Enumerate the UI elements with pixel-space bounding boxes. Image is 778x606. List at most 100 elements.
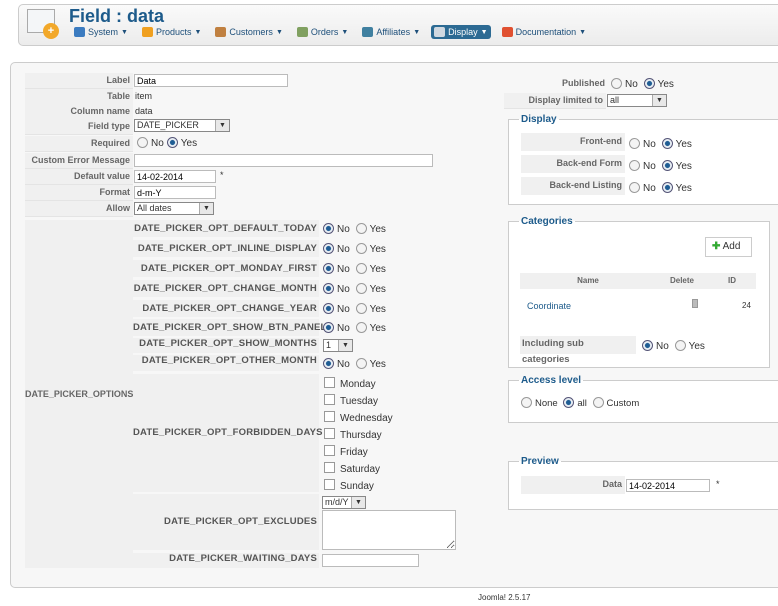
excludes-textarea[interactable] <box>322 510 456 550</box>
label-input[interactable] <box>134 74 288 87</box>
day-label: Thursday <box>340 430 382 441</box>
excludes-format-value: m/d/Y <box>325 497 349 507</box>
default-value-input[interactable] <box>134 170 216 183</box>
menu-display[interactable]: Display ▼ <box>431 25 491 39</box>
table-value: item <box>135 91 153 101</box>
menu-affiliates[interactable]: Affiliates ▼ <box>359 25 423 39</box>
chevron-down-icon: ▼ <box>215 120 229 131</box>
access-none-radio[interactable] <box>521 397 532 408</box>
other-month-no-radio[interactable] <box>323 358 334 369</box>
checkbox-icon[interactable] <box>324 479 335 490</box>
custom-error-input[interactable] <box>134 154 433 167</box>
include-sub-yes-radio[interactable] <box>674 340 686 351</box>
waiting-days-input[interactable] <box>322 554 419 567</box>
access-custom-radio[interactable] <box>592 397 604 408</box>
checkbox-icon[interactable] <box>324 445 335 456</box>
access-none-label: None <box>535 398 558 409</box>
menu-label: Affiliates <box>376 27 411 37</box>
option-no-radio[interactable] <box>323 223 334 234</box>
backend-form-radio-group: No Yes <box>626 160 692 172</box>
forbidden-day-checkbox[interactable]: Friday <box>324 445 368 458</box>
yes-label: Yes <box>369 244 386 255</box>
no-label: No <box>643 139 656 150</box>
checkbox-icon[interactable] <box>324 462 335 473</box>
option-no-radio[interactable] <box>323 283 334 294</box>
chevron-down-icon: ▼ <box>652 95 666 106</box>
frontend-yes-radio[interactable] <box>661 138 673 149</box>
forbidden-day-checkbox[interactable]: Wednesday <box>324 411 393 424</box>
show-months-select[interactable]: 1 ▼ <box>323 339 353 352</box>
menu-orders[interactable]: Orders ▼ <box>294 25 351 39</box>
backend-listing-no-radio[interactable] <box>629 182 640 193</box>
checkbox-icon[interactable] <box>324 394 335 405</box>
products-icon <box>141 27 153 37</box>
allow-select[interactable]: All dates ▼ <box>134 202 214 215</box>
chevron-down-icon: ▼ <box>199 203 213 214</box>
option-yes-radio[interactable] <box>355 263 367 274</box>
published-yes-radio[interactable] <box>643 78 655 89</box>
excludes-label: DATE_PICKER_OPT_EXCLUDES <box>133 494 319 550</box>
option-yes-radio[interactable] <box>355 243 367 254</box>
checkbox-icon[interactable] <box>324 411 335 422</box>
forbidden-day-checkbox[interactable]: Monday <box>324 377 376 390</box>
format-input[interactable] <box>134 186 216 199</box>
required-asterisk: * <box>220 170 224 180</box>
category-id: 24 <box>742 301 751 310</box>
trash-icon[interactable] <box>692 299 698 308</box>
forbidden-day-checkbox[interactable]: Saturday <box>324 462 380 475</box>
required-no-radio[interactable] <box>137 137 148 148</box>
page-title: Field : data <box>69 6 165 26</box>
menu-customers[interactable]: Customers ▼ <box>212 25 285 39</box>
category-link[interactable]: Coordinate <box>527 291 571 321</box>
checkbox-icon[interactable] <box>324 377 335 388</box>
col-id: ID <box>728 276 736 285</box>
frontend-no-radio[interactable] <box>629 138 640 149</box>
display-limited-value: all <box>610 95 620 105</box>
yes-label: Yes <box>688 341 705 352</box>
option-no-radio[interactable] <box>323 303 334 314</box>
table-label: Table <box>25 89 133 105</box>
menu-products[interactable]: Products ▼ <box>139 25 204 39</box>
field-type-select[interactable]: DATE_PICKER ▼ <box>134 119 230 132</box>
option-no-radio[interactable] <box>323 243 334 254</box>
no-label: No <box>643 161 656 172</box>
field-type-label: Field type <box>25 119 133 135</box>
chevron-down-icon: ▼ <box>341 28 349 36</box>
access-all-radio[interactable] <box>563 397 575 408</box>
main-menu: System ▼ Products ▼ Customers ▼ Orders ▼ Affilia… <box>71 25 589 39</box>
include-sub-label: Including sub categories <box>520 336 636 365</box>
menu-documentation[interactable]: Documentation ▼ <box>499 25 589 39</box>
other-month-yes-radio[interactable] <box>355 358 367 369</box>
excludes-format-select[interactable]: m/d/Y ▼ <box>322 496 366 509</box>
preview-date-input[interactable] <box>626 479 710 492</box>
yes-label: Yes <box>657 79 674 90</box>
option-no-radio[interactable] <box>323 322 334 333</box>
forbidden-day-checkbox[interactable]: Tuesday <box>324 394 378 407</box>
preview-data-label: Data <box>521 476 625 494</box>
option-no-radio[interactable] <box>323 263 334 274</box>
option-yes-radio[interactable] <box>355 223 367 234</box>
backend-listing-yes-radio[interactable] <box>661 182 673 193</box>
no-label: No <box>337 284 350 295</box>
published-no-radio[interactable] <box>611 78 622 89</box>
menu-label: System <box>88 27 119 37</box>
option-yes-radio[interactable] <box>355 283 367 294</box>
add-category-button[interactable]: ✚ Add <box>705 237 752 257</box>
backend-listing-label: Back-end Listing <box>521 177 625 195</box>
checkbox-icon[interactable] <box>324 428 335 439</box>
option-radio-group: No Yes <box>320 283 386 295</box>
forbidden-day-checkbox[interactable]: Thursday <box>324 428 382 441</box>
option-yes-radio[interactable] <box>355 303 367 314</box>
display-limited-select[interactable]: all ▼ <box>607 94 667 107</box>
option-label: DATE_PICKER_OPT_CHANGE_MONTH <box>133 280 319 297</box>
menu-system[interactable]: System ▼ <box>71 25 131 39</box>
show-months-label: DATE_PICKER_OPT_SHOW_MONTHS <box>133 338 319 353</box>
other-month-radio-group: No Yes <box>320 358 386 370</box>
allow-label: Allow <box>25 201 133 217</box>
forbidden-day-checkbox[interactable]: Sunday <box>324 479 374 492</box>
backend-form-yes-radio[interactable] <box>661 160 673 171</box>
backend-form-no-radio[interactable] <box>629 160 640 171</box>
include-sub-no-radio[interactable] <box>642 340 653 351</box>
option-yes-radio[interactable] <box>355 322 367 333</box>
required-yes-radio[interactable] <box>166 137 178 148</box>
